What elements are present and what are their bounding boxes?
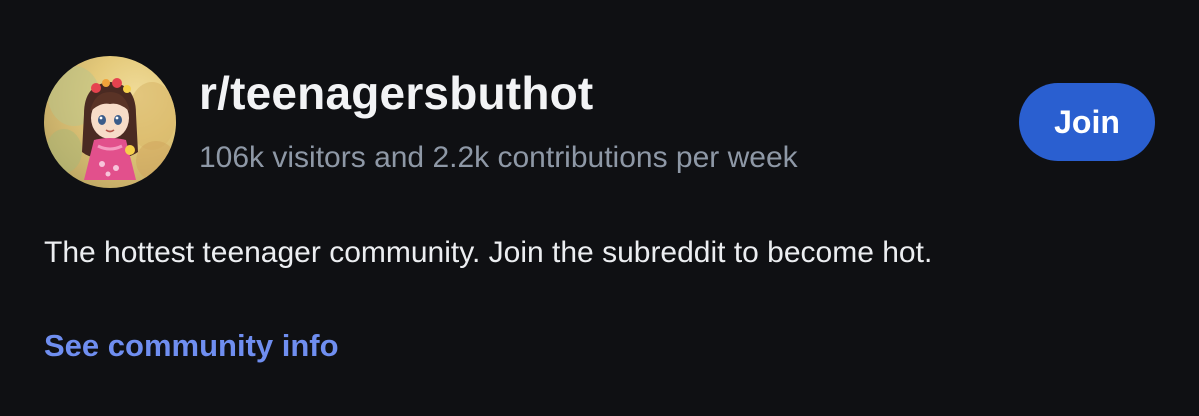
join-button[interactable]: Join xyxy=(1019,83,1155,161)
community-avatar[interactable] xyxy=(44,56,176,188)
community-name[interactable]: r/teenagersbuthot xyxy=(199,70,593,116)
community-card: r/teenagersbuthot 106k visitors and 2.2k… xyxy=(0,0,1199,416)
community-description: The hottest teenager community. Join the… xyxy=(44,236,933,269)
avatar-illustration-icon xyxy=(46,66,176,181)
see-community-info-link[interactable]: See community info xyxy=(44,330,339,361)
community-stats: 106k visitors and 2.2k contributions per… xyxy=(199,141,798,174)
